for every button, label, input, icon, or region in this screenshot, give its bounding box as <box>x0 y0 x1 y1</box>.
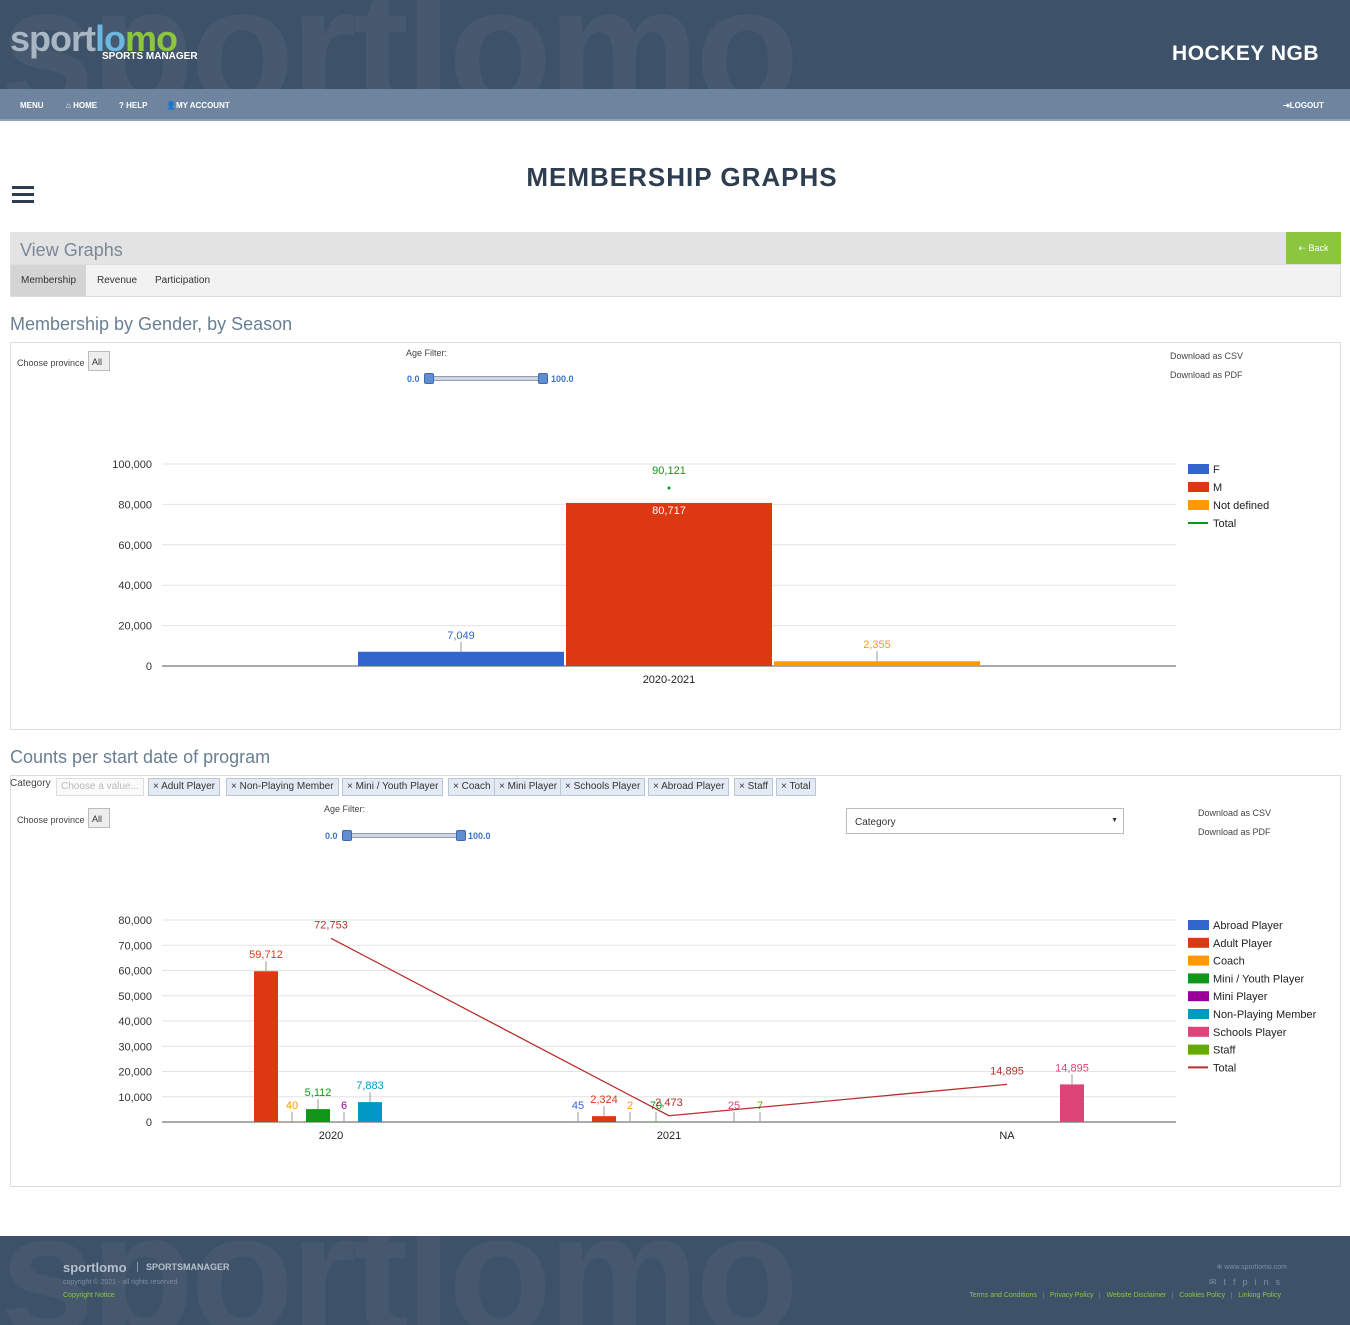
tab-revenue[interactable]: Revenue <box>87 265 147 296</box>
dropdown-value: Category <box>855 817 896 828</box>
chip-label: Schools Player <box>573 781 641 792</box>
footer-links: Terms and Conditions Privacy Policy Websit… <box>963 1292 1287 1299</box>
footer-sub: SPORTSMANAGER <box>137 1262 230 1272</box>
slider-handle-max[interactable] <box>538 373 548 384</box>
copyright-notice-link[interactable]: Copyright Notice <box>63 1292 115 1299</box>
province-label: Choose province <box>17 358 85 368</box>
footer-logo: sportlomo <box>63 1260 127 1275</box>
chip-label: Mini / Youth Player <box>355 781 439 792</box>
age-filter-label: Age Filter: <box>406 348 448 358</box>
header: sportlomo sportlomo SPORTS MANAGER HOCKE… <box>0 0 1350 89</box>
linkedin-icon[interactable]: in <box>1254 1277 1275 1287</box>
slider-handle-max[interactable] <box>456 830 466 841</box>
remove-icon[interactable]: × <box>499 781 508 792</box>
age-slider[interactable] <box>424 373 548 384</box>
back-button[interactable]: ⇠ Back <box>1286 232 1341 264</box>
province-label-2: Choose province <box>17 815 85 825</box>
chip-label: Mini Player <box>507 781 558 792</box>
footer-link[interactable]: Terms and Conditions <box>963 1292 1043 1299</box>
category-chip[interactable]: × Schools Player <box>560 778 646 796</box>
chip-label: Total <box>789 781 811 792</box>
download-csv-link[interactable]: Download as CSV <box>1170 351 1243 361</box>
logo-subtitle: SPORTS MANAGER <box>102 51 198 62</box>
home-icon: ⌂ <box>66 101 74 110</box>
nav-logout[interactable]: ⇥LOGOUT <box>1283 101 1324 110</box>
age-max: 100.0 <box>551 374 574 384</box>
chip-label: Abroad Player <box>661 781 725 792</box>
social-icons: ✉tfpins <box>1209 1277 1287 1288</box>
footer-link[interactable]: Linking Policy <box>1231 1292 1287 1299</box>
remove-icon[interactable]: × <box>347 781 356 792</box>
category-chip[interactable]: × Total <box>776 778 816 796</box>
membership-chart-box <box>10 342 1341 730</box>
website-link[interactable]: ⊕ www.sportlomo.com <box>1217 1263 1287 1271</box>
top-nav: MENU ⌂ HOME ? HELP 👤MY ACCOUNT ⇥LOGOUT <box>0 89 1350 121</box>
download-pdf-link-2[interactable]: Download as PDF <box>1198 827 1271 837</box>
download-pdf-link[interactable]: Download as PDF <box>1170 370 1243 380</box>
tab-membership[interactable]: Membership <box>11 265 87 296</box>
tab-participation[interactable]: Participation <box>145 265 220 296</box>
org-name: HOCKEY NGB <box>1172 42 1319 65</box>
slider-handle-min[interactable] <box>342 830 352 841</box>
province-select[interactable]: All <box>88 351 110 371</box>
category-chip[interactable]: × Non-Playing Member <box>226 778 339 796</box>
age-filter-label-2: Age Filter: <box>324 804 366 814</box>
category-chip[interactable]: × Mini Player <box>494 778 563 796</box>
age-slider-2[interactable] <box>342 830 466 841</box>
category-chip[interactable]: × Staff <box>734 778 774 796</box>
email-icon[interactable]: ✉ <box>1209 1277 1224 1287</box>
age-min: 0.0 <box>407 374 420 384</box>
category-chip[interactable]: × Mini / Youth Player <box>342 778 444 796</box>
nav-account[interactable]: 👤MY ACCOUNT <box>166 101 230 110</box>
remove-icon[interactable]: × <box>565 781 574 792</box>
download-csv-link-2[interactable]: Download as CSV <box>1198 808 1271 818</box>
nav-home[interactable]: ⌂ HOME <box>66 101 97 110</box>
footer-link[interactable]: Website Disclaimer <box>1099 1292 1172 1299</box>
skype-icon[interactable]: s <box>1276 1277 1288 1287</box>
category-chip[interactable]: × Adult Player <box>148 778 220 796</box>
tabs: Membership Revenue Participation <box>10 264 1341 297</box>
slider-handle-min[interactable] <box>424 373 434 384</box>
page-title: MEMBERSHIP GRAPHS <box>526 162 838 192</box>
logout-icon: ⇥ <box>1283 101 1290 110</box>
section-title-counts: Counts per start date of program <box>10 747 271 767</box>
chip-label: Coach <box>461 781 491 792</box>
panel-header: View Graphs ⇠ Back <box>10 232 1341 264</box>
remove-icon[interactable]: × <box>739 781 748 792</box>
copyright: copyright © 2021 - all rights reserved <box>63 1279 178 1286</box>
footer-link[interactable]: Privacy Policy <box>1042 1292 1100 1299</box>
twitter-icon[interactable]: t <box>1223 1277 1233 1287</box>
remove-icon[interactable]: × <box>231 781 240 792</box>
section-title-membership: Membership by Gender, by Season <box>10 314 293 334</box>
age-max-2: 100.0 <box>468 831 491 841</box>
counts-chart-box <box>10 775 1341 1187</box>
category-input[interactable]: Choose a value... <box>56 778 144 796</box>
age-min-2: 0.0 <box>325 831 338 841</box>
nav-menu[interactable]: MENU <box>20 101 44 110</box>
remove-icon[interactable]: × <box>453 781 462 792</box>
chip-label: Adult Player <box>161 781 215 792</box>
hamburger-menu-icon[interactable] <box>12 186 34 207</box>
panel-title: View Graphs <box>20 240 123 260</box>
footer: sportlomo sportlomo SPORTSMANAGER copyri… <box>0 1236 1350 1325</box>
caret-down-icon: ▼ <box>1111 817 1118 824</box>
category-chip[interactable]: × Abroad Player <box>648 778 730 796</box>
chip-label: Non-Playing Member <box>239 781 334 792</box>
pinterest-icon[interactable]: p <box>1242 1277 1254 1287</box>
nav-help[interactable]: ? HELP <box>119 101 147 110</box>
remove-icon[interactable]: × <box>653 781 661 792</box>
footer-link[interactable]: Cookies Policy <box>1172 1292 1231 1299</box>
category-chip[interactable]: × Coach <box>448 778 496 796</box>
chip-label: Staff <box>747 781 769 792</box>
user-icon: 👤 <box>166 101 176 110</box>
category-label: Category <box>10 778 51 789</box>
remove-icon[interactable]: × <box>153 781 161 792</box>
category-dropdown[interactable]: Category ▼ <box>846 808 1124 834</box>
province-select-2[interactable]: All <box>88 808 110 828</box>
arrow-left-icon: ⇠ <box>1298 243 1309 253</box>
